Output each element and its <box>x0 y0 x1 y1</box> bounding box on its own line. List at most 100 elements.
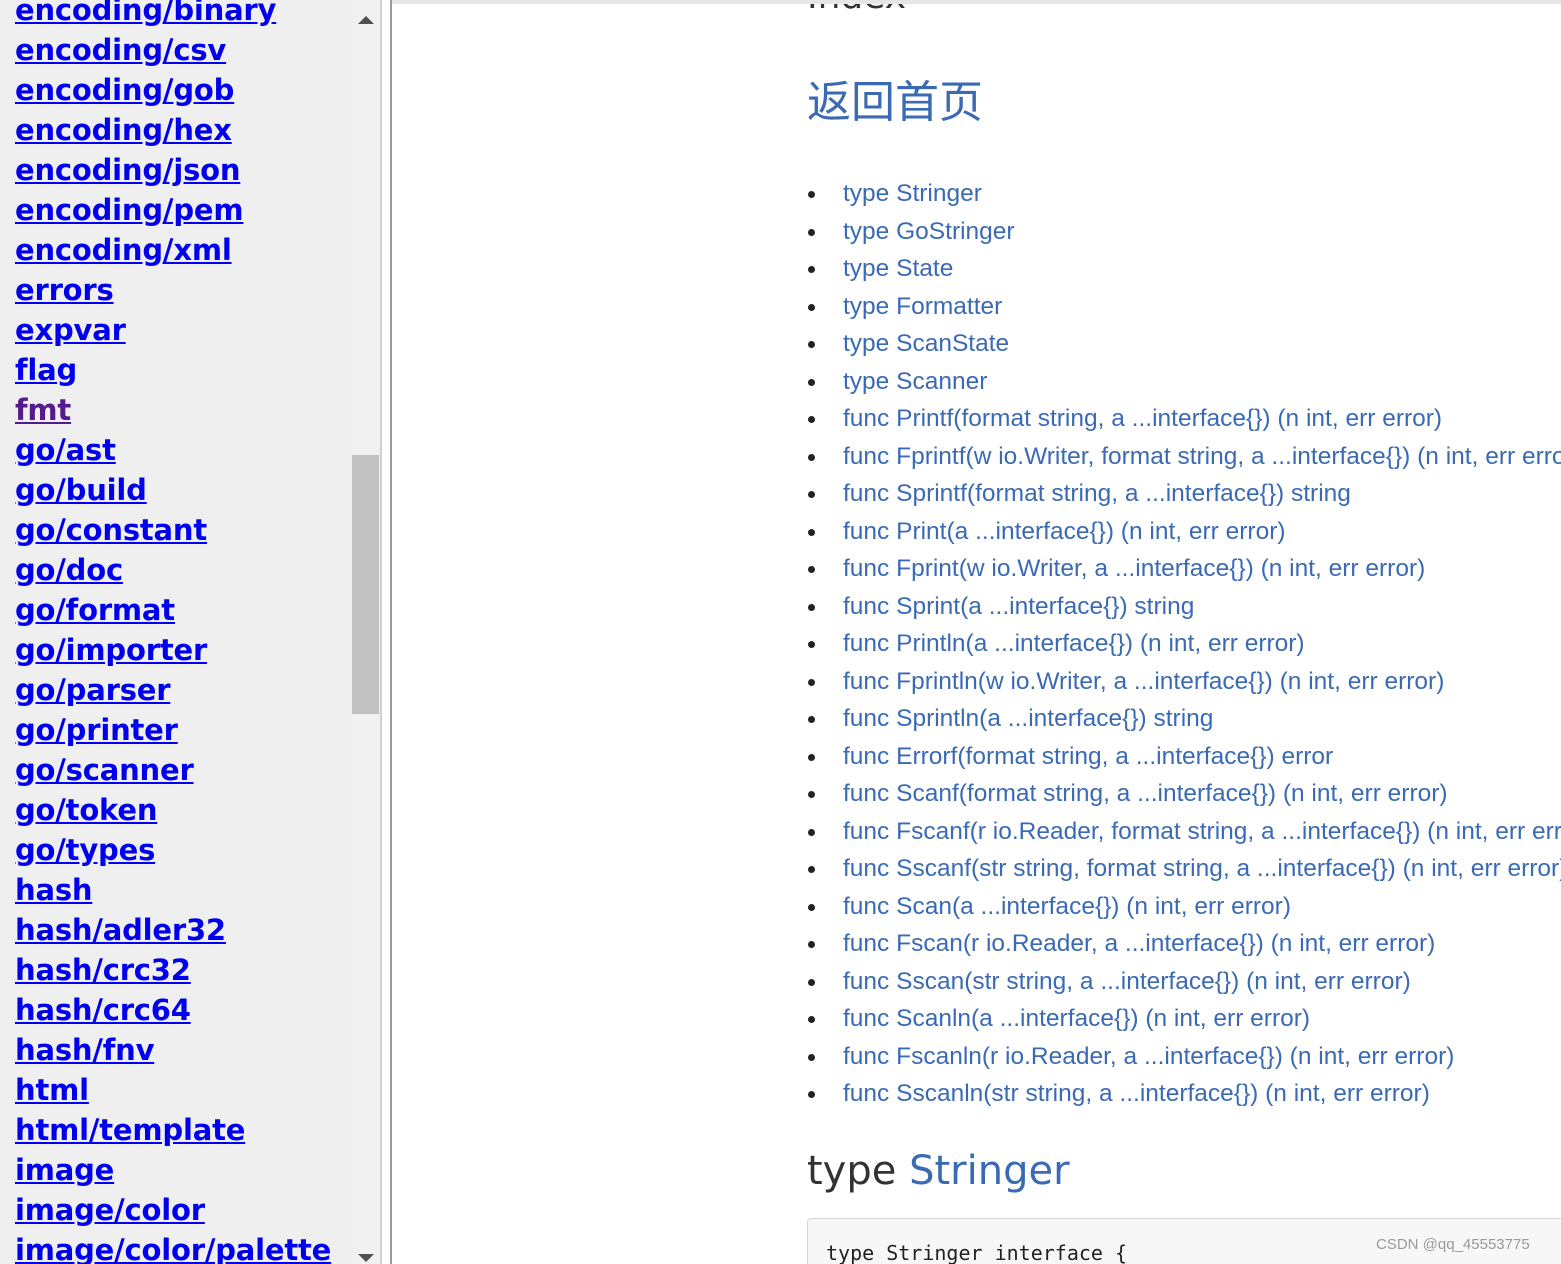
package-link[interactable]: errors <box>15 273 114 307</box>
index-link[interactable]: func Sscan(str string, a ...interface{})… <box>843 968 1411 995</box>
index-link[interactable]: func Println(a ...interface{}) (n int, e… <box>843 630 1305 657</box>
index-list-item: func Scanln(a ...interface{}) (n int, er… <box>807 1000 1561 1038</box>
index-list-item: func Fprint(w io.Writer, a ...interface{… <box>807 550 1561 588</box>
index-list-item: func Fprintf(w io.Writer, format string,… <box>807 438 1561 476</box>
sidebar-item: fmt <box>15 390 331 430</box>
package-link[interactable]: html/template <box>15 1113 245 1147</box>
package-link[interactable]: hash <box>15 873 93 907</box>
index-link[interactable]: type Formatter <box>843 293 1002 320</box>
index-link[interactable]: func Fprintln(w io.Writer, a ...interfac… <box>843 668 1444 695</box>
index-link[interactable]: func Fprintf(w io.Writer, format string,… <box>843 443 1561 470</box>
package-link[interactable]: hash/fnv <box>15 1033 154 1067</box>
package-link[interactable]: image/color/palette <box>15 1233 331 1264</box>
sidebar-item: go/parser <box>15 670 331 710</box>
package-link[interactable]: hash/adler32 <box>15 913 226 947</box>
package-link[interactable]: encoding/json <box>15 153 240 187</box>
index-link[interactable]: func Sprintf(format string, a ...interfa… <box>843 480 1351 507</box>
package-link[interactable]: go/parser <box>15 673 171 707</box>
index-link[interactable]: func Scanf(format string, a ...interface… <box>843 780 1448 807</box>
index-link[interactable]: type GoStringer <box>843 218 1015 245</box>
bullet-icon <box>808 903 815 911</box>
package-link[interactable]: encoding/gob <box>15 73 234 107</box>
bullet-icon <box>808 603 815 611</box>
sidebar-item: image <box>15 1150 331 1190</box>
index-heading: Index <box>807 4 906 17</box>
index-list-item: type Formatter <box>807 288 1561 326</box>
index-link[interactable]: func Printf(format string, a ...interfac… <box>843 405 1442 432</box>
index-list-item: func Sscanln(str string, a ...interface{… <box>807 1075 1561 1113</box>
package-link[interactable]: go/printer <box>15 713 178 747</box>
package-link[interactable]: html <box>15 1073 89 1107</box>
sidebar-item: encoding/gob <box>15 70 331 110</box>
bullet-icon <box>808 266 815 273</box>
package-link[interactable]: hash/crc64 <box>15 993 191 1027</box>
bullet-icon <box>808 641 815 648</box>
index-link[interactable]: func Scanln(a ...interface{}) (n int, er… <box>843 1005 1310 1032</box>
package-link[interactable]: encoding/binary <box>15 0 276 27</box>
package-link[interactable]: image <box>15 1153 114 1187</box>
sidebar-item: hash/fnv <box>15 1030 331 1070</box>
package-link[interactable]: encoding/hex <box>15 113 232 147</box>
package-link[interactable]: go/constant <box>15 513 207 547</box>
index-link[interactable]: func Sscanln(str string, a ...interface{… <box>843 1080 1430 1107</box>
scrollbar-thumb[interactable] <box>352 455 379 714</box>
package-link[interactable]: fmt <box>15 393 71 427</box>
section-heading: type Stringer <box>807 1148 1070 1194</box>
index-link[interactable]: type ScanState <box>843 330 1009 357</box>
scroll-up-arrow-icon[interactable] <box>358 16 374 24</box>
package-link[interactable]: go/format <box>15 593 175 627</box>
index-link[interactable]: func Sprint(a ...interface{}) string <box>843 593 1194 620</box>
section-heading-prefix: type <box>807 1148 897 1194</box>
package-link[interactable]: go/importer <box>15 633 207 667</box>
index-list-item: func Println(a ...interface{}) (n int, e… <box>807 625 1561 663</box>
package-link[interactable]: go/ast <box>15 433 116 467</box>
watermark: CSDN @qq_45553775 <box>1376 1236 1530 1253</box>
package-link[interactable]: encoding/pem <box>15 193 244 227</box>
index-list-item: type State <box>807 250 1561 288</box>
package-link[interactable]: go/token <box>15 793 157 827</box>
sidebar-item: go/printer <box>15 710 331 750</box>
package-link[interactable]: go/doc <box>15 553 123 587</box>
package-link[interactable]: go/scanner <box>15 753 194 787</box>
index-link[interactable]: func Fprint(w io.Writer, a ...interface{… <box>843 555 1425 582</box>
sidebar-item: go/token <box>15 790 331 830</box>
index-link[interactable]: func Fscan(r io.Reader, a ...interface{}… <box>843 930 1435 957</box>
sidebar-item: errors <box>15 270 331 310</box>
code-snippet: type Stringer interface { <box>826 1241 1128 1264</box>
sidebar-item: encoding/hex <box>15 110 331 150</box>
bullet-icon <box>808 753 815 761</box>
package-link[interactable]: hash/crc32 <box>15 953 191 987</box>
index-link[interactable]: func Errorf(format string, a ...interfac… <box>843 743 1333 770</box>
package-sidebar: encoding/binary encoding/csv encoding/gob e… <box>0 0 352 1264</box>
package-link[interactable]: encoding/csv <box>15 33 226 67</box>
home-link[interactable]: 返回首页 <box>807 66 983 130</box>
sidebar-item: hash/crc64 <box>15 990 331 1030</box>
bullet-icon <box>808 341 815 348</box>
index-link[interactable]: func Fscanln(r io.Reader, a ...interface… <box>843 1043 1454 1070</box>
package-link[interactable]: go/types <box>15 833 155 867</box>
index-link[interactable]: type Scanner <box>843 368 987 395</box>
sidebar-item: go/build <box>15 470 331 510</box>
bullet-icon <box>808 1053 815 1061</box>
index-list-item: func Scanf(format string, a ...interface… <box>807 775 1561 813</box>
sidebar-item: image/color <box>15 1190 331 1230</box>
package-link[interactable]: expvar <box>15 313 126 347</box>
index-link[interactable]: func Scan(a ...interface{}) (n int, err … <box>843 893 1291 920</box>
package-link[interactable]: encoding/xml <box>15 233 232 267</box>
sidebar-item: hash <box>15 870 331 910</box>
package-link[interactable]: flag <box>15 353 77 387</box>
index-list-item: func Printf(format string, a ...interfac… <box>807 400 1561 438</box>
sidebar-item: go/types <box>15 830 331 870</box>
index-link[interactable]: func Sprintln(a ...interface{}) string <box>843 705 1213 732</box>
index-link[interactable]: type Stringer <box>843 180 982 207</box>
package-link[interactable]: go/build <box>15 473 147 507</box>
index-link[interactable]: func Sscanf(str string, format string, a… <box>843 855 1561 882</box>
frame-divider[interactable] <box>380 0 392 1264</box>
sidebar-scrollbar[interactable] <box>352 0 380 1264</box>
index-link[interactable]: type State <box>843 255 953 282</box>
package-link[interactable]: image/color <box>15 1193 205 1227</box>
index-link[interactable]: func Print(a ...interface{}) (n int, err… <box>843 518 1286 545</box>
scroll-down-arrow-icon[interactable] <box>358 1254 374 1262</box>
section-heading-type-link[interactable]: Stringer <box>909 1148 1069 1194</box>
index-link[interactable]: func Fscanf(r io.Reader, format string, … <box>843 818 1561 845</box>
